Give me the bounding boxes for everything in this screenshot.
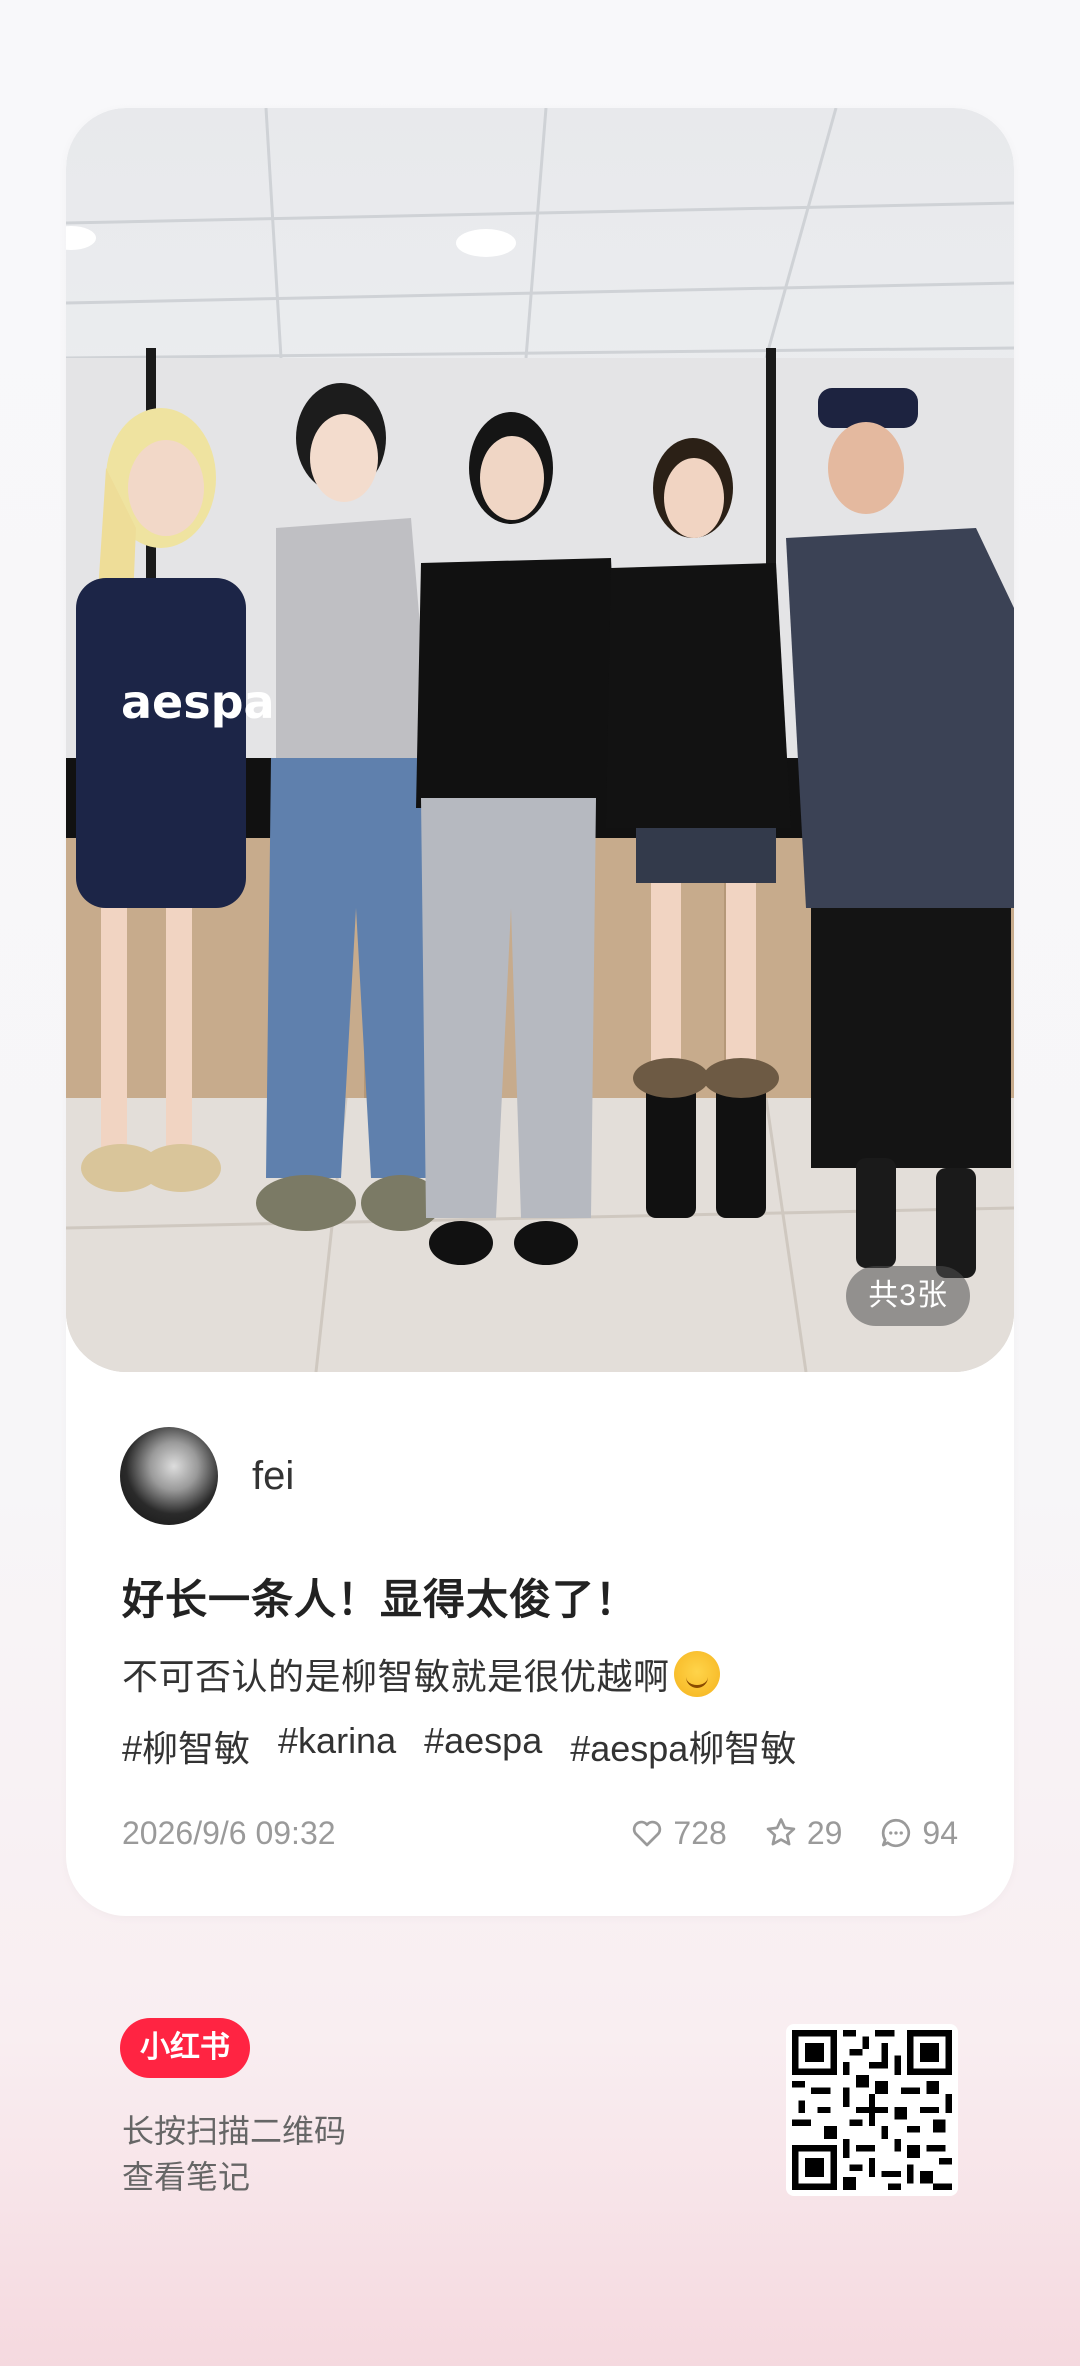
tag-list: #柳智敏 #karina #aespa #aespa柳智敏 [122,1720,982,1772]
like-button[interactable]: 728 [629,1814,727,1852]
scan-instructions: 长按扫描二维码 查看笔记 [122,2108,346,2200]
engagement-stats: 728 29 94 [629,1815,958,1852]
post-description-text: 不可否认的是柳智敏就是很优越啊 [122,1656,670,1697]
note-card[interactable]: aespa 共3张 fei 好长一条人！显得太俊了！ 不可否认的是柳智敏就是很优… [66,108,1014,1916]
tag-link[interactable]: #柳智敏 [122,1720,250,1772]
qr-code-icon [792,2030,952,2190]
post-meta-row: 2026/9/6 09:32 728 29 94 [122,1808,958,1858]
hugging-face-emoji-icon [673,1651,720,1697]
qr-code[interactable] [786,2024,958,2196]
scan-instruction-line-2: 查看笔记 [122,2159,251,2195]
collect-count: 29 [806,1814,843,1851]
image-count-badge: 共3张 [846,1266,970,1326]
scan-instruction-line-1: 长按扫描二维码 [122,2113,347,2149]
author-name[interactable]: fei [252,1454,294,1499]
comment-button[interactable]: 94 [878,1815,958,1852]
post-description: 不可否认的是柳智敏就是很优越啊 [122,1648,962,1700]
comment-icon [882,1818,911,1848]
post-title: 好长一条人！显得太俊了！ [122,1576,639,1623]
xiaohongshu-logo: 小红书 [120,2018,250,2078]
heart-icon [633,1820,662,1847]
star-icon [766,1818,796,1846]
post-photo[interactable]: aespa 共3张 [66,108,1014,1372]
avatar[interactable] [120,1427,218,1525]
like-count: 728 [673,1814,727,1851]
tag-link[interactable]: #aespa柳智敏 [570,1720,796,1772]
tag-link[interactable]: #karina [278,1720,396,1772]
collect-button[interactable]: 29 [763,1814,843,1852]
author-row[interactable]: fei [120,1426,294,1526]
group-photo-illustration: aespa [66,108,1014,1372]
svg-text:aespa: aespa [121,675,275,729]
post-date: 2026/9/6 09:32 [122,1814,336,1851]
comment-count: 94 [922,1814,958,1851]
tag-link[interactable]: #aespa [424,1720,542,1772]
